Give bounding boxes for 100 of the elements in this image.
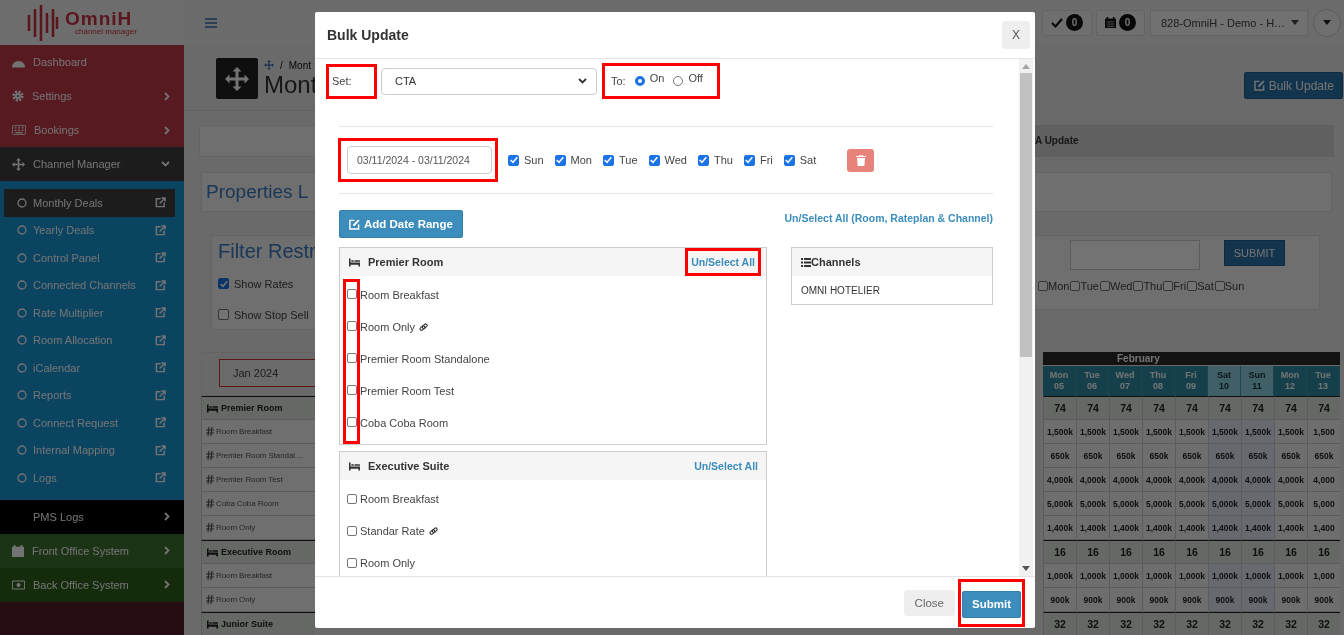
sidebar-item[interactable]: Channel Manager bbox=[0, 147, 184, 181]
checkbox[interactable] bbox=[1038, 281, 1048, 291]
bed-icon bbox=[207, 403, 218, 413]
brand-name: OmniH bbox=[65, 9, 134, 28]
sidebar-item[interactable]: PMS Logs bbox=[0, 499, 184, 534]
sidebar-item[interactable]: Bookings bbox=[0, 113, 184, 147]
tab[interactable]: A Update bbox=[1035, 125, 1334, 157]
table-cell: 4,000k bbox=[1109, 468, 1142, 492]
table-cell: 32 bbox=[1274, 612, 1307, 635]
row-label: Premier Room bbox=[221, 403, 283, 413]
field-label: Set: bbox=[332, 75, 352, 87]
sidebar-item[interactable]: Back Office System bbox=[0, 567, 184, 602]
bulk-update-button[interactable]: Bulk Update bbox=[1243, 72, 1343, 99]
hash-icon bbox=[206, 475, 214, 484]
user-menu-button[interactable] bbox=[1313, 8, 1341, 37]
circle-icon bbox=[17, 362, 27, 373]
table-cell: 900k bbox=[1076, 588, 1109, 612]
checkbox[interactable] bbox=[346, 352, 357, 363]
checkbox[interactable] bbox=[218, 309, 229, 320]
submenu-item[interactable]: Room Allocation bbox=[4, 326, 175, 354]
sidebar-item[interactable]: Dashboard bbox=[0, 45, 184, 79]
checkbox[interactable] bbox=[218, 278, 229, 289]
checkbox[interactable] bbox=[783, 154, 795, 166]
external-link-icon bbox=[155, 197, 166, 209]
page-title: Mont bbox=[264, 72, 318, 98]
checkbox[interactable] bbox=[346, 493, 357, 504]
submit-button[interactable]: SUBMIT bbox=[1224, 240, 1285, 266]
checkbox[interactable] bbox=[346, 288, 357, 299]
submenu-item[interactable]: Control Panel bbox=[4, 244, 175, 272]
checkbox[interactable] bbox=[346, 384, 357, 395]
logo-icon bbox=[27, 4, 59, 41]
notification-button[interactable]: 0 bbox=[1096, 9, 1145, 36]
table-cell: 74 bbox=[1109, 396, 1142, 420]
submenu-item[interactable]: iCalendar bbox=[4, 354, 175, 382]
close-button[interactable]: X bbox=[1002, 21, 1030, 49]
radio-button[interactable] bbox=[634, 76, 645, 86]
circle-icon bbox=[17, 225, 27, 236]
submenu-item[interactable]: Rate Multiplier bbox=[4, 299, 175, 327]
circle-icon bbox=[17, 417, 27, 428]
checkbox[interactable] bbox=[346, 557, 357, 568]
sidebar-item[interactable]: Front Office System bbox=[0, 533, 184, 568]
channel-item[interactable]: OMNI HOTELIER bbox=[792, 276, 992, 304]
hash-icon bbox=[206, 595, 214, 604]
submit-button[interactable]: Submit bbox=[962, 590, 1021, 618]
submenu-item[interactable]: Connect Request bbox=[4, 409, 175, 437]
bed-icon bbox=[349, 257, 360, 267]
checkbox[interactable] bbox=[603, 154, 614, 166]
checkbox[interactable] bbox=[697, 154, 709, 166]
month-picker[interactable]: Jan 2024 bbox=[219, 359, 315, 387]
checkbox[interactable] bbox=[346, 416, 357, 427]
submenu-item[interactable]: Monthly Deals bbox=[4, 189, 175, 217]
checkbox[interactable] bbox=[1163, 281, 1174, 291]
scroll-up-icon bbox=[1022, 64, 1030, 69]
select-all-link[interactable]: Un/Select All (Room, Rateplan & Channel) bbox=[784, 212, 993, 224]
circle-icon bbox=[17, 335, 27, 346]
table-cell: 4,000k bbox=[1274, 468, 1307, 492]
property-select[interactable]: 828-OmniH - Demo - H… bbox=[1150, 9, 1308, 36]
submenu-item[interactable]: Connected Channels bbox=[4, 271, 175, 299]
check-icon bbox=[1051, 16, 1063, 29]
external-link-icon bbox=[155, 417, 166, 429]
date-range-field[interactable]: 03/11/2024 - 03/11/2024 bbox=[347, 146, 492, 174]
delete-button[interactable] bbox=[847, 148, 875, 172]
select-all-link[interactable]: Un/Select All bbox=[691, 256, 755, 268]
submenu-item[interactable]: Internal Mapping bbox=[4, 436, 175, 464]
scrollbar[interactable] bbox=[1019, 59, 1033, 576]
select-field[interactable]: CTA bbox=[381, 67, 597, 95]
checkbox[interactable] bbox=[743, 154, 755, 166]
checkbox[interactable] bbox=[1214, 281, 1225, 291]
checkbox[interactable] bbox=[648, 154, 660, 166]
radio-button[interactable] bbox=[673, 76, 684, 86]
circle-icon bbox=[17, 390, 27, 401]
checkbox[interactable] bbox=[554, 154, 566, 166]
calendar-icon bbox=[1105, 17, 1116, 28]
table-cell: 650k bbox=[1241, 444, 1274, 468]
circle-icon bbox=[17, 252, 27, 263]
table-cell: 1,000k bbox=[1208, 564, 1241, 588]
row-label: Coba Coba Room bbox=[216, 499, 279, 508]
table-cell: 1,400k bbox=[1043, 516, 1076, 540]
checkbox[interactable] bbox=[508, 154, 519, 166]
checkbox[interactable] bbox=[1099, 281, 1110, 291]
select-all-link[interactable]: Un/Select All bbox=[694, 460, 758, 472]
notification-button[interactable]: 0 bbox=[1042, 9, 1092, 36]
row-label: Room Breakfast bbox=[216, 427, 272, 436]
checkbox[interactable] bbox=[1133, 281, 1144, 291]
checkbox[interactable] bbox=[346, 320, 357, 331]
checkbox[interactable] bbox=[1187, 281, 1198, 291]
submenu-item[interactable]: Reports bbox=[4, 381, 175, 409]
table-cell: 1,400k bbox=[1175, 516, 1208, 540]
breadcrumb-link[interactable]: Mont bbox=[288, 59, 311, 71]
checkbox[interactable] bbox=[346, 525, 357, 536]
table-cell: 4,000k bbox=[1076, 468, 1109, 492]
external-link-icon bbox=[155, 307, 166, 319]
rateplan-label: Coba Coba Room bbox=[360, 417, 449, 429]
sidebar-item[interactable]: Settings bbox=[0, 79, 184, 113]
add-date-range-button[interactable]: Add Date Range bbox=[339, 210, 463, 238]
checkbox[interactable] bbox=[1070, 281, 1081, 291]
external-link-icon bbox=[155, 444, 166, 456]
submenu-item[interactable]: Yearly Deals bbox=[4, 216, 175, 244]
close-button[interactable]: Close bbox=[903, 589, 955, 616]
submenu-item[interactable]: Logs bbox=[4, 464, 175, 492]
